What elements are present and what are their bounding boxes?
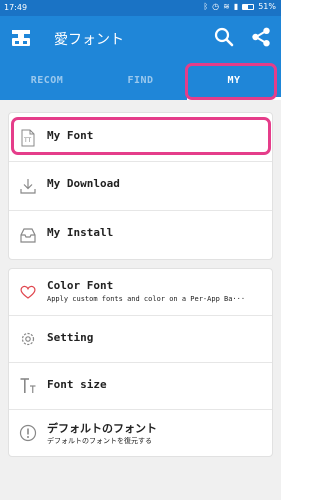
battery-icon bbox=[242, 4, 255, 10]
list-item-label: デフォルトのフォント bbox=[47, 422, 157, 435]
info-icon bbox=[19, 424, 37, 442]
battery-percent: 51% bbox=[258, 2, 276, 11]
list-item-default-font[interactable]: デフォルトのフォント デフォルトのフォントを復元する bbox=[9, 410, 272, 457]
font-size-icon bbox=[20, 378, 36, 393]
list-item-subtitle: Apply custom fonts and color on a Per-Ap… bbox=[47, 295, 246, 303]
list-item-label: Font size bbox=[47, 378, 107, 391]
list-item-label: My Install bbox=[47, 226, 114, 239]
list-item-my-install[interactable]: My Install bbox=[9, 211, 272, 260]
list-item-my-download[interactable]: My Download bbox=[9, 162, 272, 211]
app-bar: 愛フォント bbox=[0, 16, 281, 60]
list-item-label: Color Font bbox=[47, 279, 114, 292]
gear-icon bbox=[21, 332, 35, 346]
wifi-icon: ≋ bbox=[223, 2, 230, 11]
my-font-highlight-annotation bbox=[11, 117, 271, 155]
list-item-color-font[interactable]: Color Font Apply custom fonts and color … bbox=[9, 269, 272, 316]
tab-my-highlight-annotation bbox=[185, 63, 277, 100]
app-logo-icon bbox=[12, 30, 30, 46]
tab-recom-label: RECOM bbox=[30, 74, 64, 86]
list-item-setting[interactable]: Setting bbox=[9, 316, 272, 363]
tab-find[interactable]: FIND bbox=[94, 60, 187, 100]
heart-icon bbox=[20, 285, 36, 299]
bluetooth-icon: ᛒ bbox=[203, 2, 209, 11]
list-item-label: My Download bbox=[47, 177, 120, 190]
list-item-label: Setting bbox=[47, 331, 94, 344]
download-icon bbox=[20, 179, 36, 194]
status-time: 17:49 bbox=[4, 3, 28, 12]
tab-find-label: FIND bbox=[127, 74, 154, 86]
settings-section-card: Color Font Apply custom fonts and color … bbox=[8, 268, 273, 457]
search-icon[interactable] bbox=[213, 26, 235, 48]
my-content: TT My Font My Download My Install Color … bbox=[0, 100, 281, 500]
tab-recom[interactable]: RECOM bbox=[0, 60, 94, 100]
share-icon[interactable] bbox=[250, 26, 272, 48]
status-bar: 17:49 ᛒ ◷ ≋ ▮ 51% bbox=[0, 0, 281, 16]
signal-icon: ▮ bbox=[233, 2, 239, 11]
list-item-font-size[interactable]: Font size bbox=[9, 363, 272, 410]
alarm-icon: ◷ bbox=[212, 2, 220, 11]
install-tray-icon bbox=[20, 228, 36, 243]
list-item-subtitle: デフォルトのフォントを復元する bbox=[47, 437, 152, 445]
status-icons: ᛒ ◷ ≋ ▮ 51% bbox=[203, 3, 276, 11]
app-title: 愛フォント bbox=[54, 32, 124, 48]
